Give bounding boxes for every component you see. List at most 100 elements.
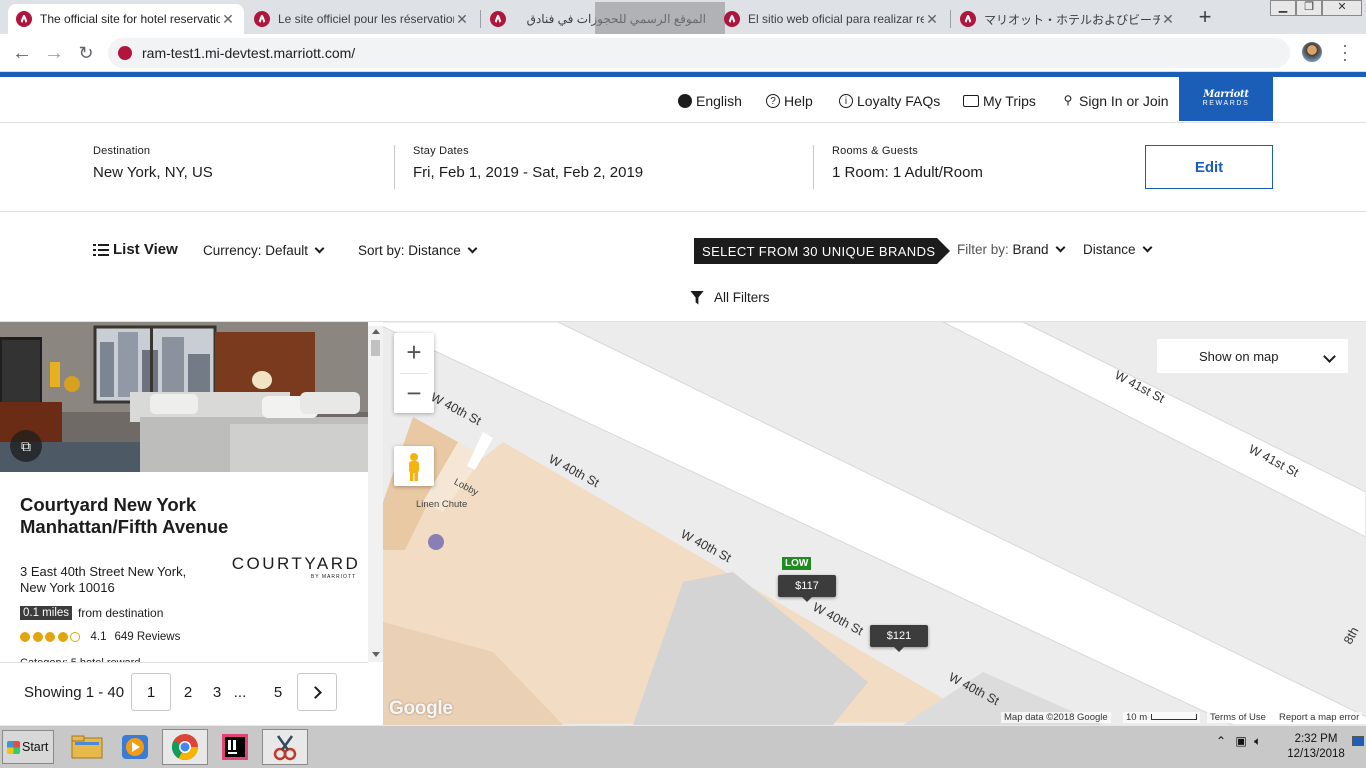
browser-tab-4[interactable]: El sitio web oficial para realizar rese … xyxy=(716,4,948,34)
tab-title: マリオット・ホテルおよびビーチリゾートのご xyxy=(984,12,1160,27)
hotel-name[interactable]: Courtyard New York Manhattan/Fifth Avenu… xyxy=(20,494,230,538)
back-arrow-icon[interactable]: ← xyxy=(10,41,34,65)
next-page-button[interactable] xyxy=(297,673,337,711)
sign-in-label: Sign In or Join xyxy=(1079,93,1169,109)
tab-separator xyxy=(480,10,481,28)
browser-tab-2[interactable]: Le site officiel pour les réservations ✕ xyxy=(246,4,478,34)
page-2-button[interactable]: 2 xyxy=(180,673,196,711)
stay-dates-field[interactable]: Stay Dates Fri, Feb 1, 2019 - Sat, Feb 2… xyxy=(413,145,643,181)
show-on-map-label: Show on map xyxy=(1199,348,1279,364)
start-button[interactable]: Start xyxy=(2,730,54,764)
stay-dates-value: Fri, Feb 1, 2019 - Sat, Feb 2, 2019 xyxy=(413,164,644,181)
reload-icon[interactable]: ↻ xyxy=(74,41,98,65)
price-pin[interactable]: $117 xyxy=(778,575,836,602)
profile-avatar[interactable] xyxy=(1302,42,1322,62)
my-trips-link[interactable]: My Trips xyxy=(963,93,1036,109)
destination-value: New York, NY, US xyxy=(93,164,213,181)
address-bar[interactable]: ram-test1.mi-devtest.marriott.com/ xyxy=(108,38,1290,68)
map-attribution: Map data ©2018 Google xyxy=(1001,712,1111,723)
scroll-up-icon[interactable] xyxy=(372,329,380,334)
media-player-icon[interactable] xyxy=(112,729,158,765)
scroll-thumb[interactable] xyxy=(371,340,380,356)
close-tab-icon[interactable]: ✕ xyxy=(454,11,470,28)
show-desktop-button[interactable] xyxy=(1352,736,1364,746)
brand-logo-sub: BY MARRIOTT xyxy=(310,574,356,580)
minimize-window-icon[interactable]: ▁ xyxy=(1270,0,1296,16)
browser-menu-icon[interactable]: · · · xyxy=(1340,36,1350,68)
tab-separator xyxy=(950,10,951,28)
hotel-list-panel: ⧉ Courtyard New York Manhattan/Fifth Ave… xyxy=(0,322,383,722)
system-tray[interactable]: ⌃ ▣ 🔈︎ xyxy=(1216,734,1261,749)
terms-of-use-link[interactable]: Terms of Use xyxy=(1207,712,1269,723)
chrome-icon[interactable] xyxy=(162,729,208,765)
rooms-guests-field[interactable]: Rooms & Guests 1 Room: 1 Adult/Room xyxy=(832,145,983,181)
hotel-room-photo[interactable]: ⧉ xyxy=(0,322,368,472)
show-on-map-dropdown[interactable]: Show on map xyxy=(1157,339,1348,373)
reviews-link[interactable]: 649 Reviews xyxy=(115,631,181,643)
pegman-figure xyxy=(409,453,419,481)
close-tab-icon[interactable]: ✕ xyxy=(1160,11,1176,28)
browser-tab-1[interactable]: The official site for hotel reservation … xyxy=(8,4,244,34)
browser-tab-5[interactable]: マリオット・ホテルおよびビーチリゾートのご ✕ xyxy=(952,4,1184,34)
scroll-down-icon[interactable] xyxy=(372,652,380,657)
report-map-error-link[interactable]: Report a map error xyxy=(1276,712,1363,723)
zoom-in-button[interactable]: + xyxy=(394,333,434,373)
rewards-logo-line2: REWARDS xyxy=(1202,100,1250,107)
destination-field[interactable]: Destination New York, NY, US xyxy=(93,145,213,181)
hotel-address-line1: 3 East 40th Street New York, xyxy=(20,564,187,579)
intellij-icon[interactable] xyxy=(212,729,258,765)
clock-date: 12/13/2018 xyxy=(1287,748,1345,760)
hotel-address-line2: New York 10016 xyxy=(20,580,115,595)
tray-expand-icon[interactable]: ⌃ xyxy=(1216,734,1226,748)
close-tab-icon[interactable]: ✕ xyxy=(220,11,236,28)
sort-dropdown[interactable]: Sort by: Distance xyxy=(358,243,478,258)
edit-search-button[interactable]: Edit xyxy=(1145,145,1273,189)
sign-in-link[interactable]: ⚲ Sign In or Join xyxy=(1061,93,1169,109)
currency-dropdown[interactable]: Currency: Default xyxy=(203,243,325,258)
page-3-button[interactable]: 3 xyxy=(209,673,225,711)
distance-filter-dropdown[interactable]: Distance xyxy=(1083,242,1152,257)
page-1-button[interactable]: 1 xyxy=(131,673,171,711)
summary-divider xyxy=(813,145,814,189)
globe-icon xyxy=(678,94,692,108)
rating-row[interactable]: 4.1 649 Reviews xyxy=(20,631,180,643)
rating-dot-icon xyxy=(45,632,55,642)
volume-icon[interactable]: 🔈︎ xyxy=(1254,734,1261,748)
brand-logo-main: COURTYARD xyxy=(231,554,361,573)
rewards-logo-line1: Marriott xyxy=(1203,89,1249,100)
close-window-icon[interactable]: ✕ xyxy=(1322,0,1362,16)
map-view[interactable]: + − Show on map W 40th St W 40th St W 40… xyxy=(383,322,1366,725)
all-filters-button[interactable]: All Filters xyxy=(690,290,770,305)
list-view-toggle[interactable]: List View xyxy=(93,241,178,258)
help-icon: ? xyxy=(766,94,780,108)
room-photo-illustration xyxy=(0,322,368,472)
network-icon[interactable]: ▣ xyxy=(1235,734,1246,748)
snipping-tool-icon[interactable] xyxy=(262,729,308,765)
restore-window-icon[interactable]: ❐ xyxy=(1296,0,1322,16)
file-explorer-icon[interactable] xyxy=(64,729,110,765)
loyalty-faqs-link[interactable]: i Loyalty FAQs xyxy=(839,93,940,109)
marriott-favicon-icon xyxy=(16,11,32,27)
filter-by-value: Brand xyxy=(1012,242,1049,257)
marriott-rewards-logo[interactable]: Marriott REWARDS xyxy=(1179,77,1273,121)
street-view-pegman-icon[interactable] xyxy=(394,446,434,486)
help-link[interactable]: ? Help xyxy=(766,93,813,109)
system-clock[interactable]: 2:32 PM 12/13/2018 xyxy=(1284,732,1348,762)
select-brands-button[interactable]: SELECT FROM 30 UNIQUE BRANDS xyxy=(694,238,950,264)
new-tab-button[interactable]: + xyxy=(1193,6,1217,30)
brand-filter-dropdown[interactable]: Filter by: Brand xyxy=(957,242,1066,257)
all-filters-label: All Filters xyxy=(714,290,770,305)
photo-gallery-icon[interactable]: ⧉ xyxy=(10,430,42,462)
site-header: English ? Help i Loyalty FAQs My Trips ⚲… xyxy=(0,77,1366,123)
list-scrollbar[interactable] xyxy=(368,326,383,662)
page-5-button[interactable]: 5 xyxy=(270,673,286,711)
zoom-out-button[interactable]: − xyxy=(394,374,434,414)
info-icon: i xyxy=(839,94,853,108)
price-pin[interactable]: $121 xyxy=(870,625,928,652)
forward-arrow-icon[interactable]: → xyxy=(42,41,66,65)
google-logo[interactable]: Google xyxy=(389,698,453,720)
close-tab-icon[interactable]: ✕ xyxy=(924,11,940,28)
map-scale[interactable]: 10 m xyxy=(1123,712,1201,723)
currency-value: Default xyxy=(265,243,309,258)
language-selector[interactable]: English xyxy=(678,93,742,109)
